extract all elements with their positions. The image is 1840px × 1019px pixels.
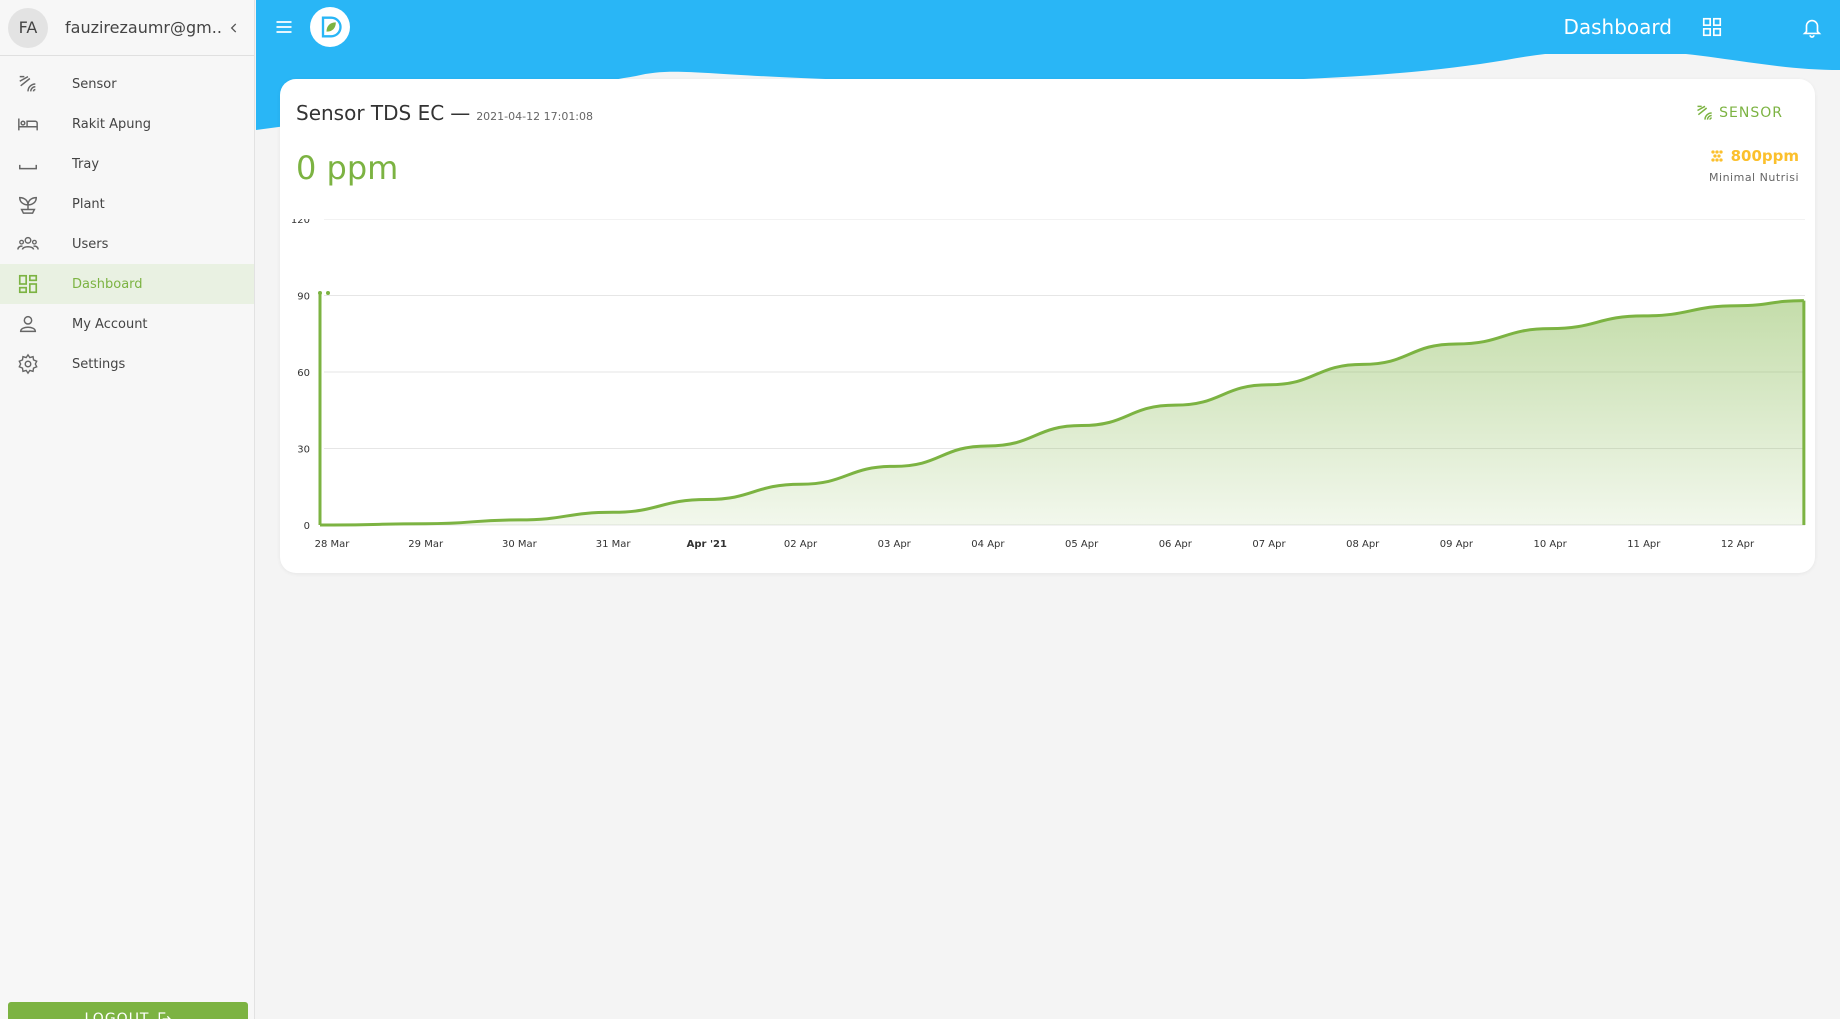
sidebar-item-label: Tray <box>72 156 100 172</box>
dashboard-icon <box>16 272 40 296</box>
x-tick-label: 31 Mar <box>596 539 632 550</box>
x-tick-label: 28 Mar <box>315 539 351 550</box>
sidebar-item-plant[interactable]: Plant <box>0 184 254 224</box>
logout-icon <box>158 1012 171 1019</box>
account-icon <box>16 312 40 336</box>
tray-icon <box>16 152 40 176</box>
bell-icon <box>1802 19 1822 38</box>
series-area <box>332 300 1804 525</box>
y-tick-label: 90 <box>297 292 310 303</box>
card-timestamp: 2021-04-12 17:01:08 <box>476 110 594 123</box>
sensor-badge[interactable]: SENSOR <box>1695 103 1783 123</box>
sidebar-item-users[interactable]: Users <box>0 224 254 264</box>
sensor-icon <box>16 72 40 96</box>
data-point <box>318 290 322 295</box>
current-value: 0 ppm <box>296 149 399 187</box>
sidebar-item-label: Sensor <box>72 76 117 92</box>
sensor-card: Sensor TDS EC — 2021-04-12 17:01:08 SENS… <box>280 79 1815 573</box>
y-tick-label: 60 <box>297 368 310 379</box>
sidebar-item-label: Plant <box>72 196 105 212</box>
user-email: fauzirezaumr@gm... <box>65 18 222 37</box>
notifications-button[interactable] <box>1800 15 1824 39</box>
card-title-separator: — <box>450 101 471 125</box>
menu-button[interactable] <box>272 15 296 39</box>
sidebar-item-my-account[interactable]: My Account <box>0 304 254 344</box>
sidebar-item-label: Dashboard <box>72 276 143 292</box>
sidebar-item-tray[interactable]: Tray <box>0 144 254 184</box>
plant-icon <box>16 192 40 216</box>
page-title: Dashboard <box>1563 15 1672 39</box>
chevron-left-icon <box>230 22 237 33</box>
x-tick-label: 03 Apr <box>878 539 912 550</box>
x-tick-label: 30 Mar <box>502 539 538 550</box>
x-tick-label: 02 Apr <box>784 539 818 550</box>
bed-icon <box>16 112 40 136</box>
grid-icon <box>1702 17 1722 37</box>
x-tick-label: 09 Apr <box>1440 539 1474 550</box>
x-tick-label: 04 Apr <box>971 539 1005 550</box>
nutrient-dots-icon <box>1709 148 1725 164</box>
sidebar-item-label: Users <box>72 236 109 252</box>
sidebar-item-settings[interactable]: Settings <box>0 344 254 384</box>
leaf-logo-icon <box>321 16 342 38</box>
y-tick-label: 30 <box>297 445 310 456</box>
sidebar-item-label: Rakit Apung <box>72 116 151 132</box>
sensor-icon <box>1695 103 1715 123</box>
x-tick-label: 07 Apr <box>1252 539 1286 550</box>
x-tick-label: 10 Apr <box>1533 539 1567 550</box>
sensor-badge-label: SENSOR <box>1719 105 1783 121</box>
sidebar-item-label: My Account <box>72 316 148 332</box>
sidebar: FA fauzirezaumr@gm... Sensor Rakit Apung… <box>0 0 255 1019</box>
x-tick-label: Apr '21 <box>687 539 727 550</box>
tds-chart: 0 30 60 90 120 28 Mar 29 Mar 30 Mar 31 Mar Apr '2… <box>291 219 1806 550</box>
card-title-text: Sensor TDS EC <box>296 101 445 125</box>
x-tick-label: 12 Apr <box>1721 539 1755 550</box>
avatar[interactable]: FA <box>8 7 48 48</box>
sidebar-header: FA fauzirezaumr@gm... <box>0 0 254 56</box>
logout-button[interactable]: LOGOUT <box>8 1002 248 1019</box>
threshold-info: 800ppm Minimal Nutrisi <box>1709 147 1799 184</box>
sidebar-item-rakit-apung[interactable]: Rakit Apung <box>0 104 254 144</box>
logout-label: LOGOUT <box>84 1011 150 1019</box>
y-tick-label: 0 <box>304 521 310 532</box>
sidebar-item-dashboard[interactable]: Dashboard <box>0 264 254 304</box>
gear-icon <box>16 352 40 376</box>
sidebar-item-label: Settings <box>72 356 126 372</box>
x-tick-label: 11 Apr <box>1627 539 1661 550</box>
data-point <box>326 290 330 295</box>
menu-icon <box>276 21 292 33</box>
x-tick-label: 05 Apr <box>1065 539 1099 550</box>
threshold-value: 800ppm <box>1730 147 1799 165</box>
x-tick-label: 06 Apr <box>1159 539 1193 550</box>
x-tick-label: 29 Mar <box>408 539 444 550</box>
y-tick-label: 120 <box>291 219 310 226</box>
sidebar-item-sensor[interactable]: Sensor <box>0 64 254 104</box>
x-tick-label: 08 Apr <box>1346 539 1380 550</box>
card-title: Sensor TDS EC — 2021-04-12 17:01:08 <box>296 101 593 125</box>
users-icon <box>16 232 40 256</box>
collapse-sidebar-button[interactable] <box>222 16 246 40</box>
apps-button[interactable] <box>1700 15 1724 39</box>
threshold-caption: Minimal Nutrisi <box>1709 171 1799 184</box>
